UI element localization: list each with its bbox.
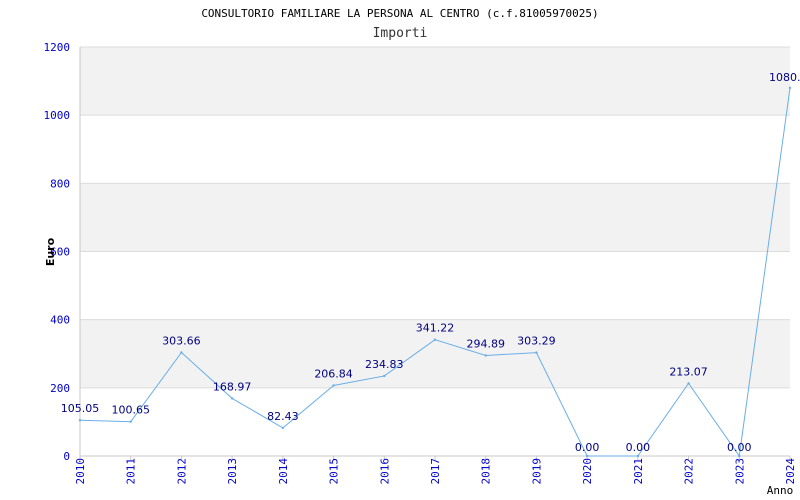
x-tick-label: 2013 bbox=[226, 458, 239, 485]
data-label: 234.83 bbox=[365, 358, 404, 371]
y-tick-label: 800 bbox=[50, 177, 70, 190]
data-point bbox=[78, 418, 82, 422]
y-tick-label: 1200 bbox=[44, 41, 71, 54]
data-point bbox=[585, 454, 589, 458]
data-label: 0.00 bbox=[727, 441, 752, 454]
data-point bbox=[180, 351, 183, 354]
data-label: 100.65 bbox=[111, 404, 150, 417]
data-point bbox=[535, 351, 538, 354]
x-tick-labels: 2010 2011 2012 2013 2014 2015 2016 2017 2018 2019… bbox=[74, 456, 797, 485]
y-tick-label: 1000 bbox=[44, 109, 71, 122]
x-tick-label: 2021 bbox=[632, 458, 645, 485]
x-tick-label: 2011 bbox=[125, 458, 138, 485]
data-label: 303.66 bbox=[162, 335, 201, 348]
x-tick-label: 2024 bbox=[784, 458, 797, 485]
plot-band bbox=[80, 183, 790, 252]
data-label: 213.07 bbox=[669, 365, 708, 378]
x-tick-label: 2018 bbox=[480, 458, 493, 485]
y-tick-label: 0 bbox=[63, 450, 70, 463]
y-tick-label: 200 bbox=[50, 382, 70, 395]
y-tick-label: 400 bbox=[50, 314, 70, 327]
data-point bbox=[230, 397, 234, 400]
data-point bbox=[484, 354, 487, 357]
plot-band bbox=[80, 387, 790, 456]
data-label: 0.00 bbox=[626, 441, 651, 454]
line-chart: 020040060080010001200 2010 2011 2012 2013 20… bbox=[44, 7, 800, 497]
x-tick-label: 2010 bbox=[74, 458, 87, 485]
data-label: 82.43 bbox=[267, 410, 299, 423]
chart-subtitle: Importi bbox=[373, 26, 428, 41]
data-point bbox=[332, 384, 335, 387]
data-point bbox=[738, 454, 741, 458]
plot-band bbox=[80, 47, 790, 116]
data-label: 168.97 bbox=[213, 380, 252, 393]
data-point bbox=[636, 454, 640, 458]
x-tick-label: 2023 bbox=[733, 458, 746, 485]
x-tick-label: 2017 bbox=[429, 458, 442, 485]
data-point bbox=[129, 420, 132, 423]
x-tick-label: 2015 bbox=[328, 458, 341, 485]
data-label: 0.00 bbox=[575, 441, 600, 454]
x-tick-label: 2019 bbox=[530, 458, 543, 485]
data-point bbox=[687, 382, 690, 385]
x-tick-label: 2022 bbox=[683, 458, 696, 485]
data-label: 294.89 bbox=[466, 337, 505, 350]
data-point bbox=[788, 86, 792, 90]
x-tick-label: 2014 bbox=[277, 458, 290, 485]
data-label: 206.84 bbox=[314, 368, 353, 381]
data-label: 1080.2 bbox=[769, 71, 800, 84]
chart-title: CONSULTORIO FAMILIARE LA PERSONA AL CENT… bbox=[201, 7, 598, 20]
data-point bbox=[383, 374, 386, 378]
data-point bbox=[433, 338, 437, 341]
y-axis-label: Euro bbox=[44, 237, 57, 266]
x-axis-label: Anno bbox=[767, 484, 794, 497]
x-tick-label: 2012 bbox=[175, 458, 188, 485]
x-tick-label: 2016 bbox=[378, 458, 391, 485]
plot-band bbox=[80, 115, 790, 184]
plot-band bbox=[80, 251, 790, 320]
data-label: 105.05 bbox=[61, 402, 100, 415]
x-tick-label: 2020 bbox=[581, 458, 594, 485]
data-label: 303.29 bbox=[517, 335, 556, 348]
data-point bbox=[281, 426, 285, 430]
data-label: 341.22 bbox=[416, 322, 455, 335]
